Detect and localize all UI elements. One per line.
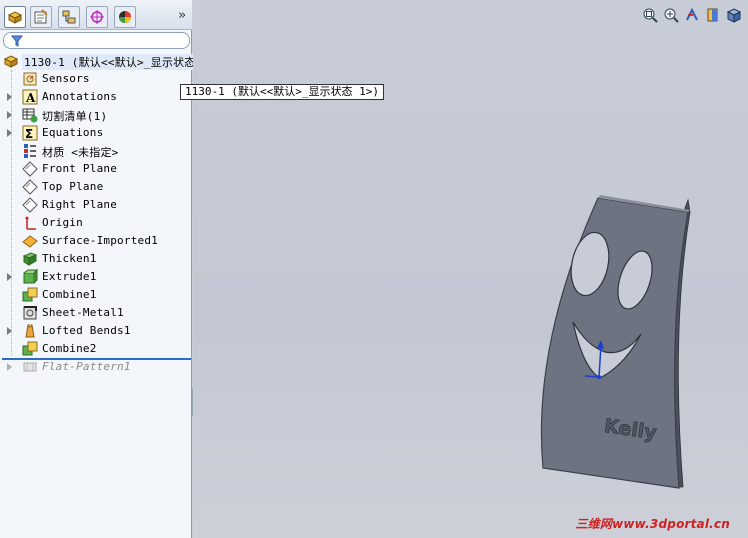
tree-root-part[interactable]: 1130-1 (默认<<默认>_显示状态 1>) bbox=[0, 52, 225, 70]
surface-imported-icon bbox=[22, 235, 38, 248]
tree-item-label: Thicken1 bbox=[42, 252, 97, 265]
configuration-manager-icon bbox=[62, 10, 76, 24]
expand-arrow-icon[interactable] bbox=[7, 93, 12, 101]
tree-item-surface-imported[interactable]: Surface-Imported1 bbox=[0, 232, 192, 250]
expand-arrow-icon[interactable] bbox=[7, 111, 12, 119]
thicken-icon bbox=[22, 252, 38, 266]
part-icon bbox=[3, 55, 19, 68]
tree-item-material[interactable]: 材质 <未指定> bbox=[0, 142, 192, 160]
property-manager-icon bbox=[34, 9, 48, 24]
tree-item-label: Top Plane bbox=[42, 180, 104, 193]
origin-marker bbox=[597, 375, 601, 379]
svg-text:A: A bbox=[25, 91, 36, 105]
part-model[interactable]: Kelly bbox=[193, 0, 748, 538]
tree-item-label: Lofted Bends1 bbox=[42, 324, 131, 337]
cut-list-icon bbox=[22, 108, 38, 123]
tree-item-cut-list[interactable]: 切割清单(1) bbox=[0, 106, 192, 124]
combine-icon bbox=[22, 287, 38, 302]
tree-item-label: Combine2 bbox=[42, 342, 97, 355]
tree-item-flat-pattern[interactable]: Flat-Pattern1 bbox=[0, 358, 192, 376]
tree-item-sheet-metal[interactable]: Sheet-Metal1 bbox=[0, 304, 192, 322]
tree-item-right-plane[interactable]: Right Plane bbox=[0, 196, 192, 214]
tab-display-manager[interactable] bbox=[114, 6, 136, 28]
tree-item-origin[interactable]: Origin bbox=[0, 214, 192, 232]
tree-item-label: 材质 <未指定> bbox=[42, 146, 119, 159]
sensors-icon bbox=[23, 72, 37, 86]
tree-item-annotations[interactable]: A Annotations bbox=[0, 88, 192, 106]
tree-item-label: Combine1 bbox=[42, 288, 97, 301]
manager-tabs: » bbox=[0, 0, 192, 30]
tree-item-label: Equations bbox=[42, 126, 104, 139]
equations-icon: Σ bbox=[22, 125, 38, 141]
tree-item-front-plane[interactable]: Front Plane bbox=[0, 160, 192, 178]
svg-text:Σ: Σ bbox=[25, 127, 33, 141]
tab-property-manager[interactable] bbox=[30, 6, 52, 28]
tree-item-equations[interactable]: Σ Equations bbox=[0, 124, 192, 142]
expand-arrow-icon[interactable] bbox=[7, 273, 12, 281]
tree-item-label: Right Plane bbox=[42, 198, 118, 211]
tree-item-sensors[interactable]: Sensors bbox=[0, 70, 192, 88]
lofted-bends-icon bbox=[25, 324, 35, 338]
sheet-face bbox=[540, 197, 689, 489]
tree-item-top-plane[interactable]: Top Plane bbox=[0, 178, 192, 196]
rollback-bar[interactable] bbox=[2, 358, 191, 360]
tree-item-label: Extrude1 bbox=[42, 270, 97, 283]
tree-item-combine1[interactable]: Combine1 bbox=[0, 286, 192, 304]
tree-item-label: Sheet-Metal1 bbox=[42, 306, 124, 319]
tooltip: 1130-1 (默认<<默认>_显示状态 1>) bbox=[180, 84, 384, 100]
tree-item-label: Front Plane bbox=[42, 162, 118, 175]
tree-item-label: Flat-Pattern1 bbox=[42, 360, 131, 373]
plane-icon bbox=[22, 179, 38, 195]
flat-pattern-icon bbox=[23, 362, 37, 372]
watermark: 三维网www.3dportal.cn bbox=[575, 517, 730, 531]
tree-item-lofted-bends[interactable]: Lofted Bends1 bbox=[0, 322, 192, 340]
annotations-icon: A bbox=[22, 89, 38, 105]
origin-icon bbox=[25, 216, 36, 230]
tree-item-label: 切割清单(1) bbox=[42, 110, 108, 123]
tree-item-extrude[interactable]: Extrude1 bbox=[0, 268, 192, 286]
graphics-area[interactable]: Kelly 三维网www.3dportal.cn bbox=[193, 0, 748, 538]
tree-item-label: Surface-Imported1 bbox=[42, 234, 158, 247]
expand-arrow-icon[interactable] bbox=[7, 129, 12, 137]
plane-icon bbox=[22, 161, 38, 177]
tab-dimxpert-manager[interactable] bbox=[86, 6, 108, 28]
feature-manager-panel: » 1130-1 (默认<<默认>_显示状态 1>) Sensors A Ann… bbox=[0, 0, 225, 538]
tree-item-label: Sensors bbox=[42, 72, 90, 85]
tree-item-combine2[interactable]: Combine2 bbox=[0, 340, 192, 358]
tab-feature-manager[interactable] bbox=[4, 6, 26, 28]
display-manager-icon bbox=[119, 11, 131, 23]
expand-arrow-icon[interactable] bbox=[7, 327, 12, 335]
sheet-metal-icon bbox=[23, 306, 37, 320]
dimxpert-icon bbox=[90, 10, 104, 24]
tree-item-thicken[interactable]: Thicken1 bbox=[0, 250, 192, 268]
feature-filter-field[interactable] bbox=[3, 32, 190, 49]
extrude-icon bbox=[23, 269, 38, 284]
tab-configuration-manager[interactable] bbox=[58, 6, 80, 28]
expand-tabs-button[interactable]: » bbox=[178, 8, 186, 23]
expand-arrow-icon[interactable] bbox=[7, 363, 12, 371]
part-tree-icon bbox=[7, 11, 23, 24]
plane-icon bbox=[22, 197, 38, 213]
tree-item-label: Annotations bbox=[42, 90, 118, 103]
tree-item-label: Origin bbox=[42, 216, 83, 229]
combine-icon bbox=[22, 341, 38, 356]
material-icon bbox=[24, 144, 36, 158]
filter-icon bbox=[11, 35, 23, 47]
